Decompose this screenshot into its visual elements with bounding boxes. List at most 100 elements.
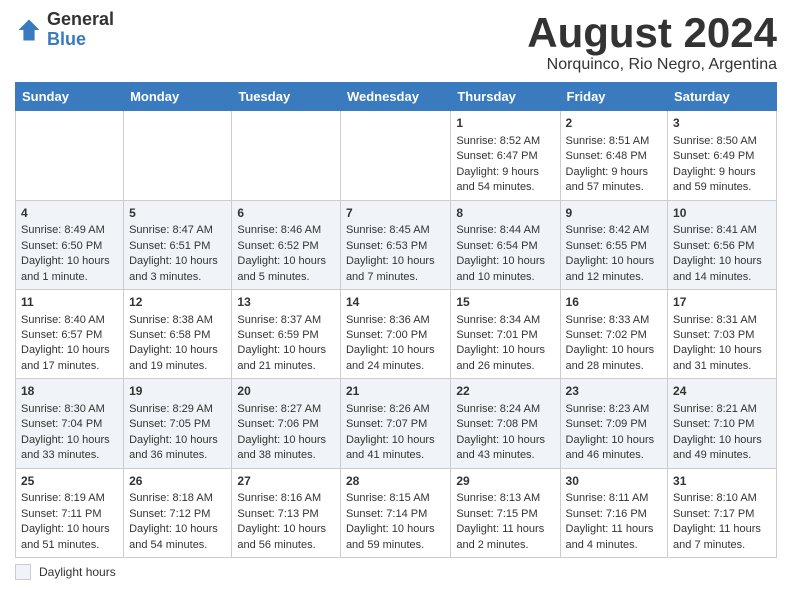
cell-text: Sunrise: 8:29 AM xyxy=(129,402,226,417)
cell-text: Sunset: 6:59 PM xyxy=(237,328,335,343)
cell-text: Sunrise: 8:13 AM xyxy=(456,491,554,506)
day-number: 6 xyxy=(237,205,335,222)
logo-icon xyxy=(15,16,43,44)
day-number: 27 xyxy=(237,473,335,490)
day-number: 11 xyxy=(21,294,118,311)
cell-text: Sunset: 7:09 PM xyxy=(566,417,663,432)
day-number: 13 xyxy=(237,294,335,311)
day-number: 23 xyxy=(566,383,663,400)
cell-text: Daylight: 10 hours and 51 minutes. xyxy=(21,522,118,553)
cell-text: Sunset: 6:47 PM xyxy=(456,149,554,164)
day-number: 4 xyxy=(21,205,118,222)
day-number: 17 xyxy=(673,294,771,311)
cell-text: Sunrise: 8:15 AM xyxy=(346,491,445,506)
day-number: 8 xyxy=(456,205,554,222)
cell-text: Sunrise: 8:49 AM xyxy=(21,223,118,238)
day-number: 25 xyxy=(21,473,118,490)
cell-text: Daylight: 10 hours and 17 minutes. xyxy=(21,343,118,374)
cell-text: Daylight: 11 hours and 2 minutes. xyxy=(456,522,554,553)
cell-text: Daylight: 10 hours and 33 minutes. xyxy=(21,433,118,464)
cell-text: Daylight: 10 hours and 26 minutes. xyxy=(456,343,554,374)
cell-text: Sunset: 7:02 PM xyxy=(566,328,663,343)
weekday-header-row: SundayMondayTuesdayWednesdayThursdayFrid… xyxy=(16,83,777,111)
cell-text: Sunrise: 8:37 AM xyxy=(237,313,335,328)
day-number: 28 xyxy=(346,473,445,490)
cell-text: Sunset: 7:15 PM xyxy=(456,507,554,522)
cell-text: Sunset: 6:58 PM xyxy=(129,328,226,343)
cell-text: Sunrise: 8:26 AM xyxy=(346,402,445,417)
calendar-cell: 23Sunrise: 8:23 AMSunset: 7:09 PMDayligh… xyxy=(560,379,668,468)
calendar-cell: 8Sunrise: 8:44 AMSunset: 6:54 PMDaylight… xyxy=(451,200,560,289)
cell-text: Sunrise: 8:34 AM xyxy=(456,313,554,328)
day-number: 31 xyxy=(673,473,771,490)
cell-text: Daylight: 10 hours and 24 minutes. xyxy=(346,343,445,374)
footer-label: Daylight hours xyxy=(39,565,116,579)
cell-text: Daylight: 11 hours and 4 minutes. xyxy=(566,522,663,553)
cell-text: Sunset: 7:00 PM xyxy=(346,328,445,343)
calendar-cell xyxy=(16,111,124,200)
cell-text: Daylight: 10 hours and 38 minutes. xyxy=(237,433,335,464)
cell-text: Sunrise: 8:51 AM xyxy=(566,134,663,149)
calendar-cell: 22Sunrise: 8:24 AMSunset: 7:08 PMDayligh… xyxy=(451,379,560,468)
calendar-cell: 4Sunrise: 8:49 AMSunset: 6:50 PMDaylight… xyxy=(16,200,124,289)
cell-text: Sunrise: 8:46 AM xyxy=(237,223,335,238)
day-number: 12 xyxy=(129,294,226,311)
cell-text: Daylight: 10 hours and 43 minutes. xyxy=(456,433,554,464)
cell-text: Daylight: 11 hours and 7 minutes. xyxy=(673,522,771,553)
day-number: 5 xyxy=(129,205,226,222)
calendar-cell: 2 Sunrise: 8:51 AMSunset: 6:48 PMDaylight… xyxy=(560,111,668,200)
logo-general-text: General xyxy=(47,10,114,30)
calendar-cell: 28Sunrise: 8:15 AMSunset: 7:14 PMDayligh… xyxy=(340,468,450,557)
cell-text: Sunrise: 8:52 AM xyxy=(456,134,554,149)
location-subtitle: Norquinco, Rio Negro, Argentina xyxy=(527,56,777,74)
cell-text: Sunrise: 8:38 AM xyxy=(129,313,226,328)
calendar-week-3: 11Sunrise: 8:40 AMSunset: 6:57 PMDayligh… xyxy=(16,289,777,378)
day-number: 29 xyxy=(456,473,554,490)
cell-text: Daylight: 10 hours and 5 minutes. xyxy=(237,254,335,285)
calendar-cell: 24Sunrise: 8:21 AMSunset: 7:10 PMDayligh… xyxy=(668,379,777,468)
cell-text: Sunrise: 8:50 AM xyxy=(673,134,771,149)
day-number: 10 xyxy=(673,205,771,222)
weekday-header-wednesday: Wednesday xyxy=(340,83,450,111)
cell-text: Daylight: 9 hours and 57 minutes. xyxy=(566,165,663,196)
calendar-week-2: 4Sunrise: 8:49 AMSunset: 6:50 PMDaylight… xyxy=(16,200,777,289)
day-number: 9 xyxy=(566,205,663,222)
cell-text: Sunset: 6:48 PM xyxy=(566,149,663,164)
calendar-week-5: 25Sunrise: 8:19 AMSunset: 7:11 PMDayligh… xyxy=(16,468,777,557)
day-number: 15 xyxy=(456,294,554,311)
day-number: 20 xyxy=(237,383,335,400)
cell-text: Sunrise: 8:40 AM xyxy=(21,313,118,328)
day-number: 16 xyxy=(566,294,663,311)
day-number: 3 xyxy=(673,115,771,132)
cell-text: Sunrise: 8:31 AM xyxy=(673,313,771,328)
cell-text: Daylight: 10 hours and 54 minutes. xyxy=(129,522,226,553)
calendar-cell: 14Sunrise: 8:36 AMSunset: 7:00 PMDayligh… xyxy=(340,289,450,378)
cell-text: Daylight: 10 hours and 19 minutes. xyxy=(129,343,226,374)
cell-text: Daylight: 9 hours and 54 minutes. xyxy=(456,165,554,196)
calendar-week-4: 18Sunrise: 8:30 AMSunset: 7:04 PMDayligh… xyxy=(16,379,777,468)
calendar-cell: 6Sunrise: 8:46 AMSunset: 6:52 PMDaylight… xyxy=(232,200,341,289)
calendar-cell: 12 Sunrise: 8:38 AMSunset: 6:58 PMDayligh… xyxy=(124,289,232,378)
cell-text: Sunrise: 8:27 AM xyxy=(237,402,335,417)
calendar-cell: 17Sunrise: 8:31 AMSunset: 7:03 PMDayligh… xyxy=(668,289,777,378)
calendar-cell: 21Sunrise: 8:26 AMSunset: 7:07 PMDayligh… xyxy=(340,379,450,468)
cell-text: Sunset: 6:57 PM xyxy=(21,328,118,343)
cell-text: Sunset: 7:06 PM xyxy=(237,417,335,432)
cell-text: Daylight: 10 hours and 3 minutes. xyxy=(129,254,226,285)
calendar-cell: 20 Sunrise: 8:27 AMSunset: 7:06 PMDayligh… xyxy=(232,379,341,468)
cell-text: Sunrise: 8:24 AM xyxy=(456,402,554,417)
cell-text: Daylight: 10 hours and 41 minutes. xyxy=(346,433,445,464)
day-number: 14 xyxy=(346,294,445,311)
calendar-cell: 30Sunrise: 8:11 AMSunset: 7:16 PMDayligh… xyxy=(560,468,668,557)
cell-text: Sunset: 7:05 PM xyxy=(129,417,226,432)
cell-text: Daylight: 10 hours and 14 minutes. xyxy=(673,254,771,285)
cell-text: Daylight: 10 hours and 46 minutes. xyxy=(566,433,663,464)
day-number: 1 xyxy=(456,115,554,132)
day-number: 2 xyxy=(566,115,663,132)
day-number: 22 xyxy=(456,383,554,400)
cell-text: Sunset: 7:01 PM xyxy=(456,328,554,343)
calendar-cell: 10Sunrise: 8:41 AMSunset: 6:56 PMDayligh… xyxy=(668,200,777,289)
cell-text: Daylight: 10 hours and 10 minutes. xyxy=(456,254,554,285)
calendar-cell: 29Sunrise: 8:13 AMSunset: 7:15 PMDayligh… xyxy=(451,468,560,557)
cell-text: Sunrise: 8:11 AM xyxy=(566,491,663,506)
